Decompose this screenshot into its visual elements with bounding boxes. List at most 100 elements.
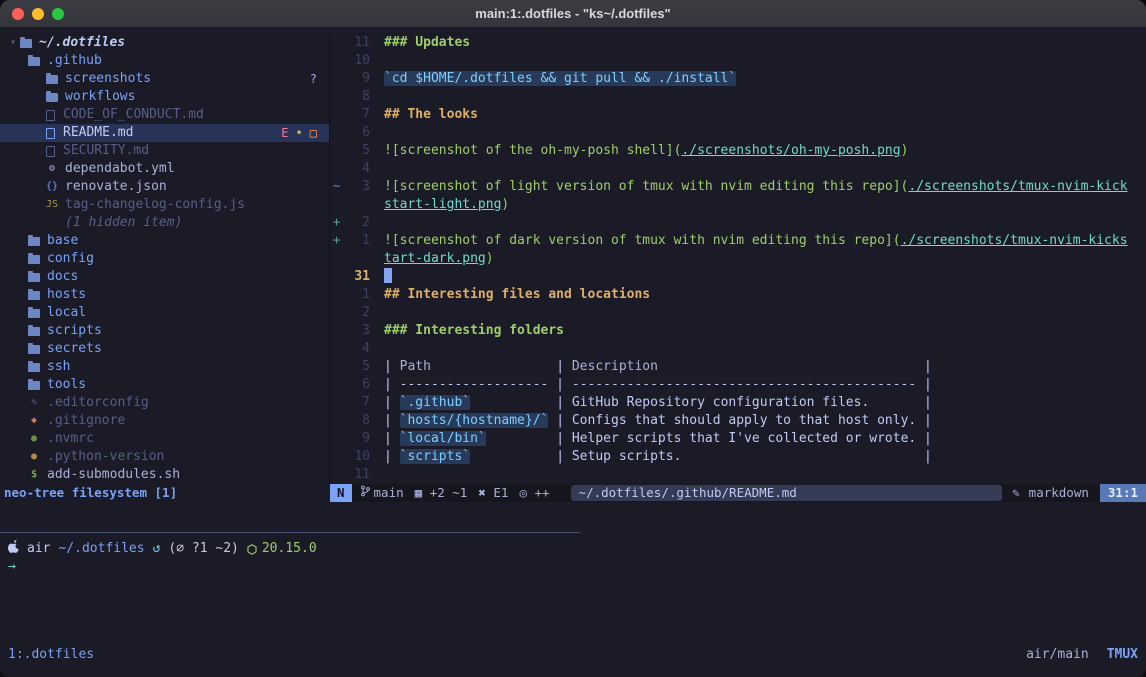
- text-segment-link: ): [486, 251, 494, 266]
- lualine: N main ▦ +2 ~1 ✖ E1 ◎ ++ ~/.dotfiles/.gi…: [330, 484, 1146, 502]
- text-segment-h2: ## The looks: [384, 107, 478, 122]
- node-version: 20.15.0: [247, 540, 317, 558]
- tree-item[interactable]: $add-submodules.sh: [0, 466, 329, 484]
- editor-line[interactable]: +1![screenshot of dark version of tmux w…: [330, 232, 1146, 250]
- neotree-sidebar[interactable]: ▾~/.dotfiles.githubscreenshots?workflows…: [0, 34, 330, 484]
- zoom-button[interactable]: [52, 8, 64, 20]
- filetype-label: markdown: [1029, 484, 1089, 502]
- tree-item[interactable]: ◆.gitignore: [0, 412, 329, 430]
- editor-line[interactable]: 5![screenshot of the oh-my-posh shell](.…: [330, 142, 1146, 160]
- tree-item[interactable]: ▾~/.dotfiles: [0, 34, 329, 52]
- editor-line[interactable]: 6: [330, 124, 1146, 142]
- line-number: 6: [343, 376, 370, 394]
- tree-item-label: base: [47, 232, 78, 250]
- editor-line[interactable]: 3### Interesting folders: [330, 322, 1146, 340]
- tree-item[interactable]: .github: [0, 52, 329, 70]
- tree-item-label: docs: [47, 268, 78, 286]
- tree-item[interactable]: ●.nvmrc: [0, 430, 329, 448]
- terminal-content[interactable]: ▾~/.dotfiles.githubscreenshots?workflows…: [0, 28, 1146, 677]
- tmux-statusbar: 1:.dotfiles air/main TMUX: [8, 646, 1138, 664]
- editor-line[interactable]: 11### Updates: [330, 34, 1146, 52]
- editor-line[interactable]: 5| Path | Description |: [330, 358, 1146, 376]
- tree-item-label: tools: [47, 376, 86, 394]
- file-icon: [46, 146, 55, 157]
- text-segment-link: ): [901, 143, 909, 158]
- editor-pane[interactable]: 11### Updates109`cd $HOME/.dotfiles && g…: [330, 34, 1146, 484]
- editor-line[interactable]: 9`cd $HOME/.dotfiles && git pull && ./in…: [330, 70, 1146, 88]
- line-text: ## The looks: [384, 106, 478, 124]
- gutter-sign: [330, 268, 343, 286]
- text-segment-p: | Helper scripts that I've collected or …: [486, 431, 932, 446]
- line-number: [343, 196, 370, 214]
- branch-name: main: [374, 484, 404, 502]
- tree-item[interactable]: ⚙dependabot.yml: [0, 160, 329, 178]
- tree-item[interactable]: hosts: [0, 286, 329, 304]
- tree-item[interactable]: {}renovate.json: [0, 178, 329, 196]
- line-text: ![screenshot of the oh-my-posh shell](./…: [384, 142, 908, 160]
- git-status-badge: •: [296, 124, 303, 142]
- tmux-window-tab[interactable]: 1:.dotfiles: [8, 646, 94, 664]
- editor-line[interactable]: tart-dark.png): [330, 250, 1146, 268]
- tree-item[interactable]: docs: [0, 268, 329, 286]
- tmux-pane-divider[interactable]: [0, 532, 580, 533]
- line-text: ### Interesting folders: [384, 322, 564, 340]
- tree-item[interactable]: ssh: [0, 358, 329, 376]
- tree-item[interactable]: JStag-changelog-config.js: [0, 196, 329, 214]
- tree-item-label: config: [47, 250, 94, 268]
- line-text: | Path | Description |: [384, 358, 932, 376]
- editor-line[interactable]: 1## Interesting files and locations: [330, 286, 1146, 304]
- node-version-label: 20.15.0: [262, 540, 317, 558]
- tree-item[interactable]: base: [0, 232, 329, 250]
- close-button[interactable]: [12, 8, 24, 20]
- tree-item-label: add-submodules.sh: [47, 466, 180, 484]
- gutter-sign: [330, 286, 343, 304]
- tree-item-selected[interactable]: README.mdE•□: [0, 124, 329, 142]
- titlebar[interactable]: main:1:.dotfiles - "ks~/.dotfiles": [0, 0, 1146, 28]
- tree-item-label: workflows: [65, 88, 135, 106]
- tree-item[interactable]: workflows: [0, 88, 329, 106]
- editor-line[interactable]: 31: [330, 268, 1146, 286]
- text-segment-code: `hosts/{hostname}/`: [400, 413, 549, 428]
- editor-line[interactable]: 11: [330, 466, 1146, 484]
- gutter-sign: +: [330, 214, 343, 232]
- tree-item[interactable]: CODE_OF_CONDUCT.md: [0, 106, 329, 124]
- editor-line[interactable]: 10: [330, 52, 1146, 70]
- expander-icon[interactable]: ▾: [10, 34, 16, 52]
- editor-line[interactable]: 2: [330, 304, 1146, 322]
- tree-item[interactable]: config: [0, 250, 329, 268]
- line-text: | `.github` | GitHub Repository configur…: [384, 394, 932, 412]
- folder-icon: [28, 57, 40, 66]
- editor-line[interactable]: 8: [330, 88, 1146, 106]
- editor-line[interactable]: 6| ------------------- | ---------------…: [330, 376, 1146, 394]
- tree-item[interactable]: local: [0, 304, 329, 322]
- diagnostics: ✖ E1: [478, 484, 508, 502]
- tree-item[interactable]: (1 hidden item): [0, 214, 329, 232]
- editor-line[interactable]: 4: [330, 160, 1146, 178]
- braces-icon: {}: [46, 178, 58, 196]
- tree-item[interactable]: scripts: [0, 322, 329, 340]
- tree-item[interactable]: secrets: [0, 340, 329, 358]
- editor-line[interactable]: 8| `hosts/{hostname}/` | Configs that sh…: [330, 412, 1146, 430]
- editor-line[interactable]: 9| `local/bin` | Helper scripts that I'v…: [330, 430, 1146, 448]
- tree-item[interactable]: ✎.editorconfig: [0, 394, 329, 412]
- text-segment-url: ./screenshots/oh-my-posh.png: [681, 143, 900, 158]
- tree-item[interactable]: ●.python-version: [0, 448, 329, 466]
- text-segment-link: ![screenshot of the oh-my-posh shell](: [384, 143, 681, 158]
- line-text: | `scripts` | Setup scripts. |: [384, 448, 932, 466]
- editor-line[interactable]: +2: [330, 214, 1146, 232]
- editor-line[interactable]: 7## The looks: [330, 106, 1146, 124]
- folder-icon: [28, 237, 40, 246]
- folder-icon: [28, 345, 40, 354]
- tree-item[interactable]: SECURITY.md: [0, 142, 329, 160]
- minimize-button[interactable]: [32, 8, 44, 20]
- tree-item[interactable]: screenshots?: [0, 70, 329, 88]
- tree-item[interactable]: tools: [0, 376, 329, 394]
- tree-item-label: dependabot.yml: [65, 160, 175, 178]
- editor-line[interactable]: 7| `.github` | GitHub Repository configu…: [330, 394, 1146, 412]
- editor-line[interactable]: 4: [330, 340, 1146, 358]
- shell-input-cursor[interactable]: →: [8, 558, 16, 576]
- editor-line[interactable]: ~3![screenshot of light version of tmux …: [330, 178, 1146, 196]
- editor-line[interactable]: start-light.png): [330, 196, 1146, 214]
- editor-line[interactable]: 10| `scripts` | Setup scripts. |: [330, 448, 1146, 466]
- line-number: 1: [343, 232, 370, 250]
